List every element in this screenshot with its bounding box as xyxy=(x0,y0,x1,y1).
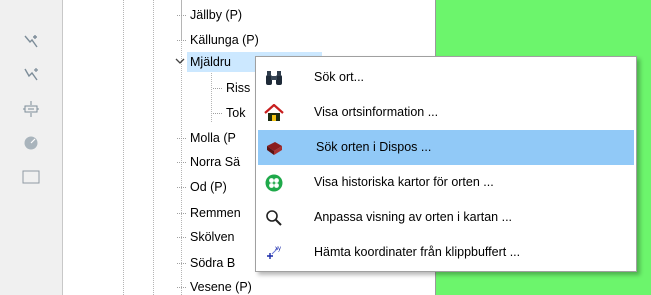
tree-item[interactable]: Riss xyxy=(213,78,253,98)
house-icon xyxy=(264,103,284,123)
binoculars-icon xyxy=(264,68,284,88)
tree-item[interactable]: Skölven xyxy=(177,227,237,247)
tree-guide-line xyxy=(181,0,182,295)
tree-item[interactable]: Södra B xyxy=(177,253,238,273)
clover-icon xyxy=(264,173,284,193)
collapse-chevron-icon[interactable] xyxy=(175,55,185,65)
tree-item[interactable]: Tok xyxy=(213,103,248,123)
route-tool-icon[interactable] xyxy=(20,64,42,86)
menu-item-historiska-kartor[interactable]: Visa historiska kartor för orten ... xyxy=(256,165,636,200)
distribute-icon[interactable] xyxy=(20,98,42,120)
menu-item-visa-ortsinformation[interactable]: Visa ortsinformation ... xyxy=(256,95,636,130)
tree-item[interactable]: Remmen xyxy=(177,203,244,223)
tree-guide-line xyxy=(153,0,154,295)
add-route-point-icon[interactable] xyxy=(20,30,42,52)
menu-item-anpassa-visning[interactable]: Anpassa visning av orten i kartan ... xyxy=(256,200,636,235)
menu-item-sok-i-dispos[interactable]: Sök orten i Dispos ... xyxy=(258,130,634,165)
svg-text:xy: xy xyxy=(275,246,281,252)
rectangle-tool-icon[interactable] xyxy=(20,166,42,188)
menu-item-sok-ort[interactable]: Sök ort... xyxy=(256,60,636,95)
tree-guide-line xyxy=(123,0,124,295)
book-icon xyxy=(264,138,284,158)
tree-item[interactable]: Norra Sä xyxy=(177,152,243,172)
coordinates-icon: xy xyxy=(264,243,284,263)
tree-item[interactable]: Jällby (P) xyxy=(177,5,245,25)
tree-item[interactable]: Od (P) xyxy=(177,177,230,197)
tree-item[interactable]: Källunga (P) xyxy=(177,30,262,50)
circle-tool-icon[interactable] xyxy=(20,132,42,154)
magnifier-icon xyxy=(264,208,284,228)
tree-guide-line xyxy=(211,70,212,122)
menu-item-hamta-koordinater[interactable]: xy Hämta koordinater från klippbuffert .… xyxy=(256,235,636,270)
tree-guide-line xyxy=(181,0,182,40)
left-toolbar xyxy=(0,0,62,295)
context-menu: Sök ort... Visa ortsinformation ... Sök … xyxy=(255,56,637,272)
tree-item[interactable]: Molla (P xyxy=(177,128,239,148)
tree-item[interactable]: Vesene (P) xyxy=(177,277,255,295)
